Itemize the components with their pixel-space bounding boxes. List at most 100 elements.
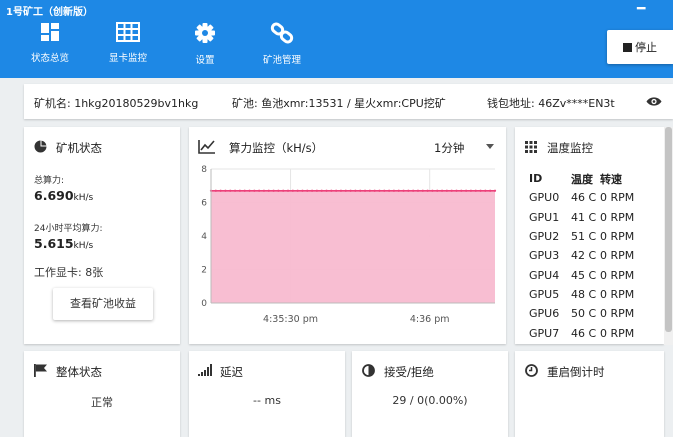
gpu-rpm: 0 RPM <box>600 249 635 263</box>
nav-label: 设置 <box>195 55 215 66</box>
overall-status-value: 正常 <box>91 396 113 409</box>
data-point <box>426 189 429 192</box>
col-header-temp: 温度 <box>571 172 593 186</box>
data-point <box>339 189 343 192</box>
nav-item-settings[interactable]: 设置 <box>170 22 240 66</box>
table-icon <box>116 22 140 42</box>
data-point <box>489 189 492 192</box>
gpu-rpm: 0 RPM <box>600 230 635 244</box>
hashrate-monitor-title: 算力监控（kH/s） <box>229 141 324 155</box>
col-header-rpm: 转速 <box>600 172 622 186</box>
table-row: GPU1 41 C0 RPM <box>529 208 650 227</box>
flag-icon <box>34 364 47 377</box>
contrast-icon <box>362 364 375 377</box>
nav-label: 状态总览 <box>30 53 69 64</box>
gpu-rpm: 0 RPM <box>600 307 635 321</box>
gpu-rpm: 0 RPM <box>600 287 635 301</box>
gpu-temp: 51 C <box>571 230 597 244</box>
latency-value: -- ms <box>253 394 281 407</box>
miner-info-bar: 矿机名: 1hkg20180529bv1hkg 矿池: 鱼池xmr:13531 … <box>24 84 673 119</box>
gpu-temp: 46 C <box>571 326 597 340</box>
stop-button[interactable]: 停止 <box>607 30 673 64</box>
x-tick-label: 4:36 pm <box>410 314 450 325</box>
dropdown-arrow-icon[interactable] <box>486 144 494 149</box>
dashboard-icon <box>41 23 59 41</box>
total-hashrate-label: 总算力: <box>34 176 65 186</box>
table-row: GPU0 46 C0 RPM <box>529 188 650 207</box>
data-point <box>325 189 328 192</box>
data-point <box>282 189 285 192</box>
overall-status-card: 整体状态 正常 <box>24 351 180 437</box>
table-row: GPU7 46 C0 RPM <box>529 323 650 342</box>
gpu-id: GPU5 <box>529 287 560 301</box>
total-hashrate-value: 6.690kH/s <box>34 188 94 203</box>
miner-status-card: 矿机状态 总算力: 6.690kH/s 24小时平均算力: 5.615kH/s … <box>24 127 180 344</box>
gpu-id: GPU6 <box>529 307 560 321</box>
data-point <box>272 189 275 192</box>
app-header: 1号矿工（创新版） ━ 状态总览 显卡监控 设置 矿池管理 停止 <box>0 0 673 78</box>
temperature-title: 温度监控 <box>547 141 593 155</box>
data-point <box>363 189 367 192</box>
gpu-rpm: 0 RPM <box>600 191 635 205</box>
gpu-temp: 48 C <box>571 287 597 301</box>
data-point <box>407 189 410 192</box>
interval-select[interactable]: 1分钟 <box>434 140 464 156</box>
data-point <box>412 189 415 192</box>
data-point <box>383 189 386 192</box>
data-point <box>397 189 400 192</box>
latency-title: 延迟 <box>220 365 243 379</box>
data-point <box>253 189 256 192</box>
data-point <box>277 189 280 192</box>
nav-item-overview[interactable]: 状态总览 <box>15 22 85 64</box>
gpu-id: GPU1 <box>529 210 560 224</box>
table-row: GPU6 50 C0 RPM <box>529 304 650 323</box>
data-point <box>291 189 294 192</box>
nav-item-gpu-monitor[interactable]: 显卡监控 <box>93 22 163 64</box>
gpu-id: GPU7 <box>529 326 560 340</box>
data-point <box>214 189 217 192</box>
data-point <box>320 189 323 192</box>
data-point <box>224 189 227 192</box>
data-point <box>229 189 232 192</box>
data-point <box>474 189 477 192</box>
gpu-id: GPU4 <box>529 268 560 282</box>
data-point <box>402 189 405 192</box>
miner-status-title: 矿机状态 <box>56 141 102 155</box>
data-point <box>301 189 304 192</box>
scrollbar-thumb[interactable] <box>665 127 672 332</box>
gpu-temp: 41 C <box>571 210 597 224</box>
temperature-card: 温度监控 ID 温度 转速 GPU0 46 C0 RPM GPU1 41 C0 RP… <box>515 127 664 344</box>
pie-chart-icon <box>34 140 47 153</box>
data-point <box>354 189 357 192</box>
accept-reject-card: 接受/拒绝 29 / 0(0.00%) <box>352 351 508 437</box>
data-point <box>267 189 270 192</box>
gpu-id: GPU0 <box>529 191 560 205</box>
data-point <box>431 189 434 192</box>
grid-icon <box>525 141 537 153</box>
view-earnings-button[interactable]: 查看矿池收益 <box>53 288 153 320</box>
avg-hashrate-label: 24小时平均算力: <box>34 224 103 234</box>
data-point <box>479 189 482 192</box>
stop-icon <box>623 42 632 52</box>
minimize-button[interactable]: ━ <box>637 1 645 17</box>
overall-status-title: 整体状态 <box>56 365 102 379</box>
data-point <box>306 189 309 192</box>
data-point <box>460 189 463 192</box>
line-chart-icon <box>198 140 215 154</box>
data-point <box>296 189 299 192</box>
restart-countdown-card: 重启倒计时 <box>515 351 664 437</box>
eye-icon[interactable] <box>646 96 662 107</box>
nav-item-pool-manage[interactable]: 矿池管理 <box>247 22 317 66</box>
gear-icon <box>195 23 215 43</box>
data-point <box>378 189 381 192</box>
y-tick-label: 6 <box>201 199 207 209</box>
data-point <box>330 189 333 192</box>
restart-countdown-title: 重启倒计时 <box>547 365 605 379</box>
nav-label: 显卡监控 <box>108 53 147 64</box>
data-point <box>445 189 448 192</box>
data-point <box>465 189 468 192</box>
data-point <box>368 189 371 192</box>
gpu-id: GPU2 <box>529 230 560 244</box>
data-point <box>469 189 473 192</box>
gpu-rpm: 0 RPM <box>600 210 635 224</box>
